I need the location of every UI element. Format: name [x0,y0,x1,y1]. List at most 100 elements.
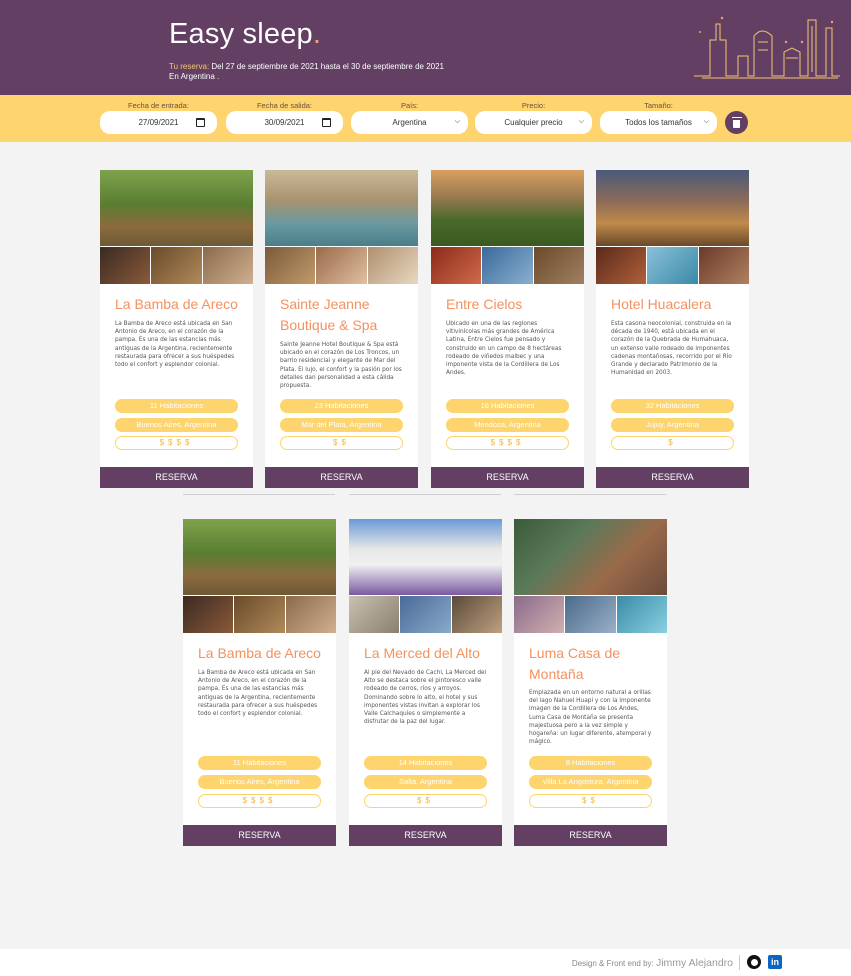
price-badge: $$ [280,436,403,450]
location-badge: Buenos Aires, Argentina [198,775,321,789]
hotel-thumbnails [596,247,749,284]
hotel-thumbnails [100,247,253,284]
hotel-thumbnail[interactable] [183,596,234,633]
hotel-thumbnail[interactable] [482,247,533,284]
checkin-date-input[interactable]: 27/09/2021 [100,111,217,134]
reservation-label: Tu reserva: [169,62,210,71]
rooms-badge: 11 Habitaciones [198,756,321,770]
chevron-down-icon: ⌵ [703,118,709,125]
price-badge: $$$$ [446,436,569,450]
hotel-name[interactable]: La Merced del Alto [364,643,492,664]
size-label: Tamaño: [644,101,673,110]
reserva-button[interactable]: RESERVA [183,825,336,846]
hotel-thumbnails [265,247,418,284]
hotel-main-photo[interactable] [100,170,253,246]
city-skyline-illustration [694,16,840,79]
hotel-name[interactable]: Sainte Jeanne Boutique & Spa [280,294,408,336]
author-name[interactable]: Jimmy Alejandro [656,957,733,969]
hotel-name[interactable]: Hotel Huacalera [611,294,739,315]
github-icon[interactable] [747,955,761,969]
hotel-description: Ubicado en una de las regiones vitiviníc… [446,321,562,377]
rooms-badge: 23 Habitaciones [280,399,403,413]
size-select[interactable]: Todos los tamaños ⌵ [600,111,717,134]
header: Easy sleep. Tu reserva: Del 27 de septie… [0,0,851,95]
location-badge: Villa La Angostura, Argentina [529,775,652,789]
country-filter: País: Argentina ⌵ [351,101,468,134]
location-badge: Buenos Aires, Argentina [115,418,238,432]
rooms-badge: 32 Habitaciones [611,399,734,413]
price-value: Cualquier precio [504,118,563,127]
hotel-thumbnail[interactable] [533,247,584,284]
hotel-main-photo[interactable] [431,170,584,246]
reserva-button[interactable]: RESERVA [349,825,502,846]
price-badge: $$$$ [115,436,238,450]
clear-filters-button[interactable] [725,111,748,134]
rooms-badge: 16 Habitaciones [446,399,569,413]
row-divider [514,494,666,495]
hotel-main-photo[interactable] [596,170,749,246]
hotel-main-photo[interactable] [265,170,418,246]
size-filter: Tamaño: Todos los tamaños ⌵ [600,101,717,134]
rooms-badge: 11 Habitaciones [115,399,238,413]
hotel-thumbnail[interactable] [647,247,698,284]
hotel-thumbnail[interactable] [596,247,647,284]
hotel-thumbnail[interactable] [349,596,400,633]
hotel-thumbnail[interactable] [316,247,367,284]
price-select[interactable]: Cualquier precio ⌵ [475,111,592,134]
hotel-thumbnail[interactable] [400,596,451,633]
hotel-name[interactable]: La Bamba de Areco [198,643,326,664]
price-badge: $$$$ [198,794,321,808]
hotel-card: Hotel Huacalera Esta casona neocolonial,… [596,170,749,467]
reservation-summary: Tu reserva: Del 27 de septiembre de 2021… [169,62,444,82]
chevron-down-icon: ⌵ [578,118,584,125]
hotel-thumbnail[interactable] [202,247,253,284]
hotel-thumbnail[interactable] [285,596,336,633]
hotel-name[interactable]: La Bamba de Areco [115,294,243,315]
checkin-label: Fecha de entrada: [128,101,189,110]
price-label: Precio: [521,101,546,110]
reserva-button[interactable]: RESERVA [596,467,749,488]
calendar-icon[interactable] [322,118,331,127]
location-badge: Mar del Plata, Argentina [280,418,403,432]
hotel-thumbnail[interactable] [265,247,316,284]
hotel-thumbnail[interactable] [431,247,482,284]
reserva-button[interactable]: RESERVA [100,467,253,488]
hotel-thumbnail[interactable] [565,596,616,633]
footer: Design & Front end by: Jimmy Alejandro i… [0,949,851,976]
hotel-card: La Bamba de Areco La Bamba de Areco está… [100,170,253,467]
reserva-button[interactable]: RESERVA [265,467,418,488]
hotel-thumbnail[interactable] [451,596,502,633]
hotel-thumbnails [349,596,502,633]
hotel-main-photo[interactable] [514,519,667,595]
hotel-thumbnail[interactable] [616,596,667,633]
hotel-main-photo[interactable] [183,519,336,595]
hotel-name[interactable]: Entre Cielos [446,294,574,315]
brand-logo[interactable]: Easy sleep. [169,18,321,51]
hotel-description: La Bamba de Areco está ubicada en San An… [198,670,318,718]
reserva-button[interactable]: RESERVA [431,467,584,488]
size-value: Todos los tamaños [625,118,692,127]
hotel-card: Luma Casa de Montaña Emplazada en un ent… [514,519,667,825]
country-select[interactable]: Argentina ⌵ [351,111,468,134]
chevron-down-icon: ⌵ [454,118,460,125]
hotel-description: Emplazada en un entorno natural a orilla… [529,690,652,746]
hotel-thumbnail[interactable] [151,247,202,284]
hotel-thumbnail[interactable] [698,247,749,284]
hotel-thumbnail[interactable] [367,247,418,284]
linkedin-icon[interactable]: in [768,955,782,969]
reserva-button[interactable]: RESERVA [514,825,667,846]
hotel-name[interactable]: Luma Casa de Montaña [529,643,657,685]
credit-prefix: Design & Front end by: [571,959,656,968]
hotel-thumbnail[interactable] [514,596,565,633]
checkout-date-input[interactable]: 30/09/2021 [226,111,343,134]
price-filter: Precio: Cualquier precio ⌵ [475,101,592,134]
hotel-main-photo[interactable] [349,519,502,595]
hotel-thumbnail[interactable] [100,247,151,284]
location-badge: Jujuy, Argentina [611,418,734,432]
checkout-label: Fecha de salida: [256,101,313,110]
price-badge: $$ [529,794,652,808]
footer-credit: Design & Front end by: Jimmy Alejandro [572,957,733,969]
calendar-icon[interactable] [196,118,205,127]
hotel-thumbnail[interactable] [234,596,285,633]
country-label: País: [400,101,419,110]
